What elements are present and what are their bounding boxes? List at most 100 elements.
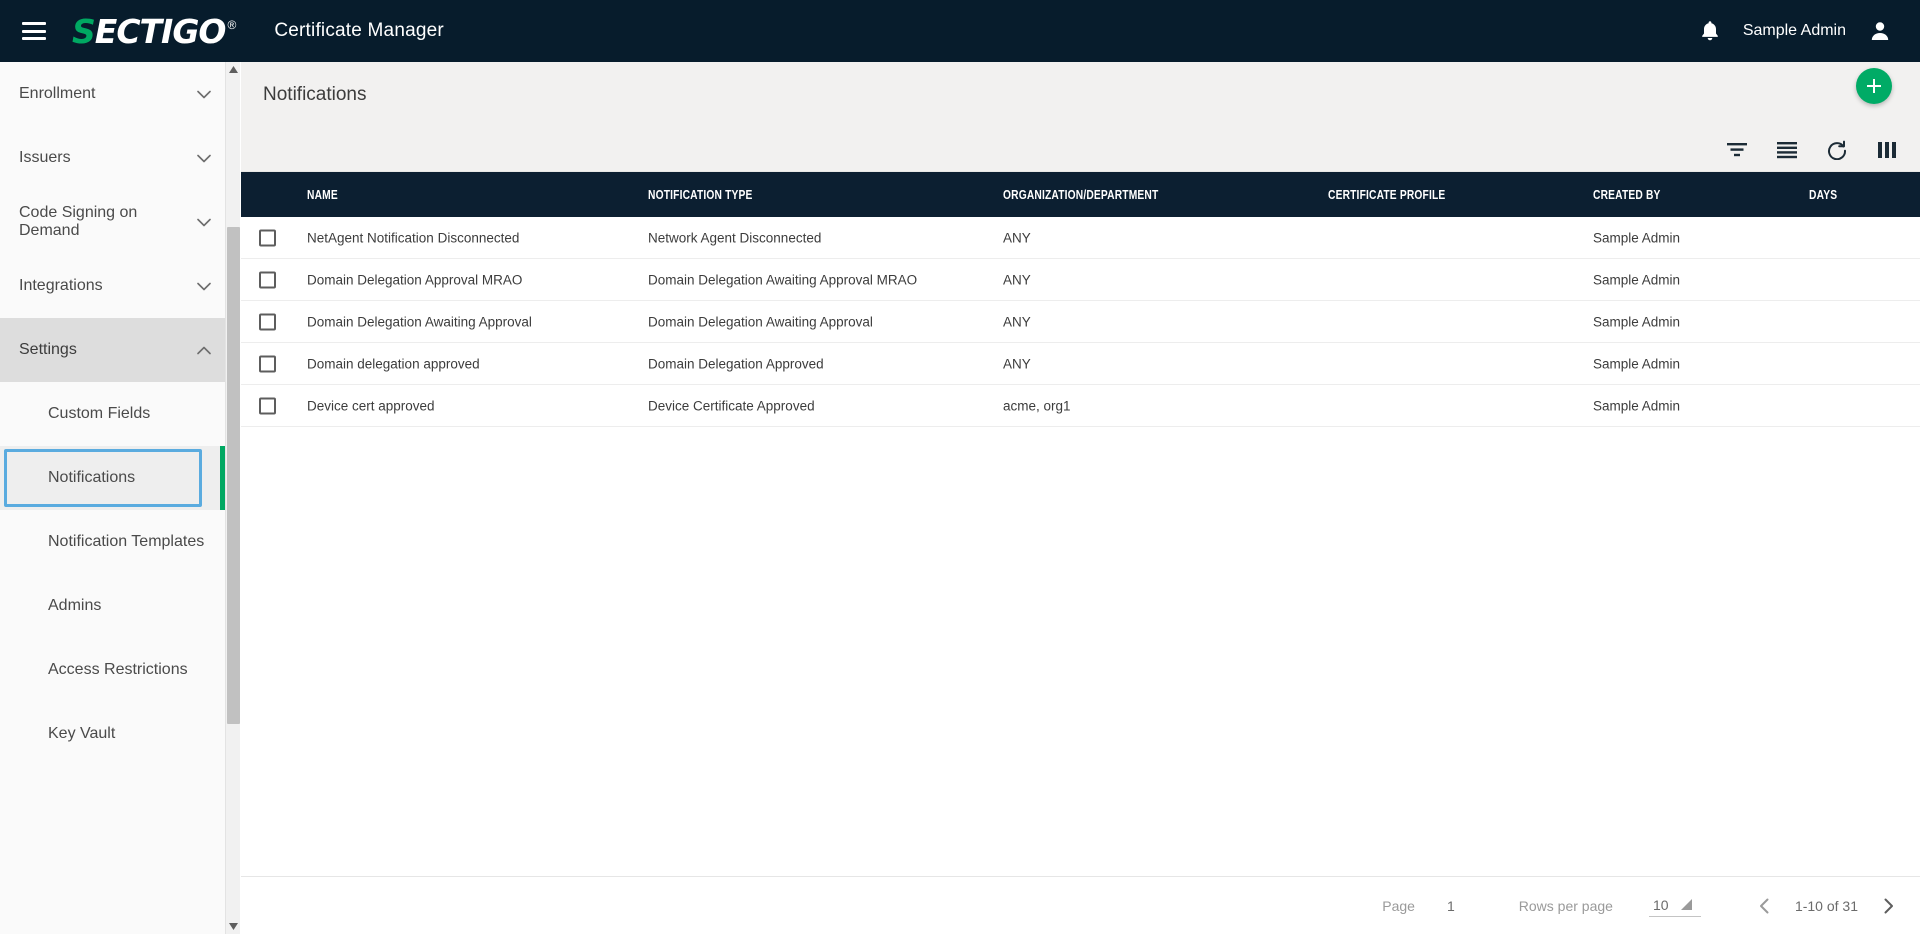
- row-checkbox[interactable]: [259, 229, 276, 246]
- sidebar-item-label: Code Signing on Demand: [19, 204, 138, 239]
- registered-trademark-icon: ®: [227, 17, 237, 32]
- hamburger-line: [22, 22, 46, 25]
- sectigo-logo[interactable]: S ECTIGO ®: [72, 12, 236, 51]
- cell-name: NetAgent Notification Disconnected: [307, 230, 520, 245]
- cell-created_by: Sample Admin: [1593, 230, 1681, 245]
- cell-name: Domain Delegation Awaiting Approval: [307, 314, 532, 329]
- app-title: Certificate Manager: [274, 20, 444, 41]
- sidebar-subitem-key-vault[interactable]: Key Vault: [0, 702, 225, 766]
- top-bar-actions: Sample Admin: [1699, 19, 1892, 43]
- row-checkbox[interactable]: [259, 313, 276, 330]
- column-header-org[interactable]: ORGANIZATION/DEPARTMENT: [1003, 188, 1158, 202]
- column-header-profile[interactable]: CERTIFICATE PROFILE: [1328, 188, 1445, 202]
- hamburger-line: [22, 29, 46, 33]
- sidebar-subitem-admins[interactable]: Admins: [0, 574, 225, 638]
- notifications-table: NAME NOTIFICATION TYPE ORGANIZATION/DEPART…: [241, 172, 1920, 427]
- table-toolbar: [1726, 139, 1898, 161]
- table-row[interactable]: NetAgent Notification Disconnected Networ…: [241, 217, 1920, 259]
- sidebar-item-integrations[interactable]: Integrations: [0, 254, 225, 318]
- column-header-created_by[interactable]: CREATED BY: [1593, 188, 1661, 202]
- next-page-button[interactable]: [1878, 898, 1898, 914]
- sidebar-subitem-label: Access Restrictions: [48, 661, 188, 678]
- sidebar-subitem-label: Custom Fields: [48, 405, 151, 422]
- row-checkbox[interactable]: [259, 355, 276, 372]
- cell-created_by: Sample Admin: [1593, 356, 1681, 371]
- cell-org: acme, org1: [1003, 398, 1071, 413]
- cell-created_by: Sample Admin: [1593, 272, 1681, 287]
- cell-name: Device cert approved: [307, 398, 435, 413]
- sidebar-item-label: Enrollment: [19, 85, 96, 102]
- sidebar-item-label: Settings: [19, 341, 77, 358]
- logo-wordmark: ECTIGO: [94, 11, 227, 51]
- page-range-label: 1-10 of 31: [1794, 897, 1858, 914]
- refresh-icon[interactable]: [1826, 139, 1848, 161]
- dropdown-triangle-icon: [1680, 899, 1692, 910]
- rows-per-page-value: 10: [1652, 896, 1669, 913]
- sidebar-item-settings[interactable]: Settings: [0, 318, 225, 382]
- cell-type: Domain Delegation Awaiting Approval MRAO: [648, 272, 918, 287]
- sidebar-subitem-custom-fields[interactable]: Custom Fields: [0, 382, 225, 446]
- cell-type: Domain Delegation Approved: [648, 356, 824, 371]
- list-view-icon[interactable]: [1776, 139, 1798, 161]
- cell-type: Domain Delegation Awaiting Approval: [648, 314, 873, 329]
- sidebar-subitem-notifications[interactable]: Notifications: [0, 446, 225, 510]
- hamburger-line: [22, 37, 46, 40]
- column-header-name[interactable]: NAME: [307, 188, 338, 202]
- sidebar-subitem-access-restrictions[interactable]: Access Restrictions: [0, 638, 225, 702]
- add-notification-button[interactable]: [1856, 68, 1892, 104]
- row-checkbox[interactable]: [259, 397, 276, 414]
- column-header-days[interactable]: DAYS: [1809, 188, 1837, 202]
- sidebar-navigation: OrganizationsPersonsReportsEnrollmentIss…: [0, 62, 225, 934]
- user-name-label[interactable]: Sample Admin: [1743, 22, 1846, 40]
- hamburger-menu-icon[interactable]: [22, 22, 46, 40]
- rows-per-page-select[interactable]: 10: [1648, 895, 1701, 917]
- sidebar-subitem-notification-templates[interactable]: Notification Templates: [0, 510, 225, 574]
- cell-org: ANY: [1003, 314, 1031, 329]
- table-row[interactable]: Domain Delegation Awaiting Approval Domai…: [241, 301, 1920, 343]
- page-number-value[interactable]: 1: [1447, 898, 1455, 914]
- scroll-up-arrow-icon[interactable]: [226, 62, 241, 77]
- sidebar-subitem-label: Notification Templates: [48, 533, 205, 550]
- row-checkbox[interactable]: [259, 271, 276, 288]
- filter-icon[interactable]: [1726, 139, 1748, 161]
- cell-created_by: Sample Admin: [1593, 398, 1681, 413]
- table-row[interactable]: Domain delegation approved Domain Delegat…: [241, 343, 1920, 385]
- sidebar-item-enrollment[interactable]: Enrollment: [0, 62, 225, 126]
- sidebar-scroll-container: OrganizationsPersonsReportsEnrollmentIss…: [0, 62, 225, 766]
- cell-org: ANY: [1003, 230, 1031, 245]
- logo-initial: S: [72, 11, 96, 51]
- cell-org: ANY: [1003, 272, 1031, 287]
- table-body: NetAgent Notification Disconnected Networ…: [241, 217, 1920, 427]
- sidebar-subitem-label: Admins: [48, 597, 102, 614]
- sidebar-scrollbar[interactable]: [225, 62, 240, 934]
- previous-page-button[interactable]: [1755, 898, 1775, 914]
- column-header-type[interactable]: NOTIFICATION TYPE: [648, 188, 753, 202]
- scroll-down-arrow-icon[interactable]: [226, 919, 241, 934]
- sidebar-item-issuers[interactable]: Issuers: [0, 126, 225, 190]
- cell-name: Domain Delegation Approval MRAO: [307, 272, 523, 287]
- table-row[interactable]: Domain Delegation Approval MRAO Domain De…: [241, 259, 1920, 301]
- cell-type: Network Agent Disconnected: [648, 230, 822, 245]
- page-title: Notifications: [263, 84, 367, 105]
- sidebar-subitem-label: Key Vault: [48, 725, 116, 742]
- page-label: Page: [1382, 897, 1415, 914]
- scrollbar-thumb[interactable]: [227, 227, 240, 724]
- cell-org: ANY: [1003, 356, 1031, 371]
- top-app-bar: S ECTIGO ® Certificate Manager Sample Admi…: [0, 0, 1920, 62]
- bell-icon[interactable]: [1699, 19, 1721, 43]
- columns-icon[interactable]: [1876, 139, 1898, 161]
- sidebar-item-label: Issuers: [19, 149, 71, 166]
- table-header-row: NAME NOTIFICATION TYPE ORGANIZATION/DEPART…: [241, 172, 1920, 217]
- cell-name: Domain delegation approved: [307, 356, 480, 371]
- cell-type: Device Certificate Approved: [648, 398, 815, 413]
- cell-created_by: Sample Admin: [1593, 314, 1681, 329]
- main-content: Notifications NAME NOTIFICATION TYPE ORG…: [241, 62, 1920, 934]
- user-avatar-icon[interactable]: [1868, 19, 1892, 43]
- pagination-bar: Page 1 Rows per page 10 1-10 of 31: [241, 876, 1920, 934]
- sidebar-item-label: Integrations: [19, 277, 103, 294]
- page-header: Notifications: [241, 62, 1920, 172]
- sidebar-subitem-label: Notifications: [48, 469, 136, 486]
- rows-per-page-label: Rows per page: [1518, 897, 1613, 914]
- table-row[interactable]: Device cert approved Device Certificate A…: [241, 385, 1920, 427]
- sidebar-item-code-signing-on-demand[interactable]: Code Signing on Demand: [0, 190, 225, 254]
